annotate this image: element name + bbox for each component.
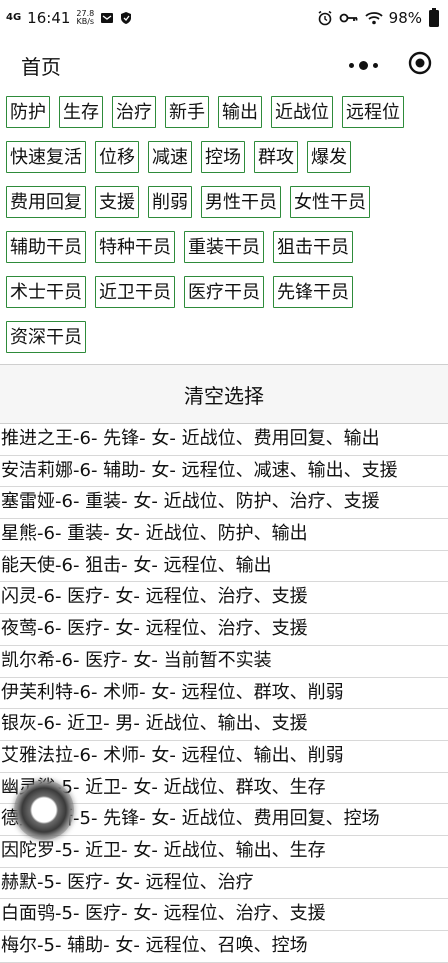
tag-male[interactable]: 男性干员 [201,186,281,218]
more-dot [349,62,354,68]
list-item[interactable]: 推进之王-6- 先锋- 女- 近战位、费用回复、输出 [0,424,448,456]
tag-vanguard[interactable]: 先锋干员 [273,276,353,308]
shield-icon [120,11,132,25]
list-item[interactable]: 艾雅法拉-6- 术师- 女- 远程位、输出、削弱 [0,741,448,773]
tag-nuker[interactable]: 爆发 [307,141,351,173]
result-list: 推进之王-6- 先锋- 女- 近战位、费用回复、输出 安洁莉娜-6- 辅助- 女… [0,424,448,963]
tag-dp-recovery[interactable]: 费用回复 [6,186,86,218]
list-item[interactable]: 白面鸮-5- 医疗- 女- 远程位、治疗、支援 [0,899,448,931]
tag-ranged[interactable]: 远程位 [342,96,404,128]
wifi-icon [365,11,383,25]
list-item[interactable]: 赫默-5- 医疗- 女- 远程位、治疗 [0,868,448,900]
tag-guard[interactable]: 近卫干员 [95,276,175,308]
tag-healing[interactable]: 治疗 [112,96,156,128]
network-speed: 27.8 KB/s [76,10,94,26]
list-item[interactable]: 闪灵-6- 医疗- 女- 远程位、治疗、支援 [0,582,448,615]
tag-melee[interactable]: 近战位 [271,96,333,128]
status-time: 16:41 [27,9,71,27]
more-dots-icon[interactable] [349,60,378,70]
capsule-buttons [349,51,432,79]
tag-shift[interactable]: 位移 [95,141,139,173]
tag-slow[interactable]: 减速 [148,141,192,173]
target-circle-icon[interactable] [408,51,432,79]
tag-medic[interactable]: 医疗干员 [184,276,264,308]
list-item[interactable]: 银灰-6- 近卫- 男- 近战位、输出、支援 [0,709,448,741]
list-item[interactable]: 塞雷娅-6- 重装- 女- 近战位、防护、治疗、支援 [0,487,448,520]
tag-survival[interactable]: 生存 [59,96,103,128]
nav-bar: 首页 [0,36,448,94]
alarm-icon [317,10,333,26]
battery-percent: 98% [388,9,422,27]
tag-specialist[interactable]: 特种干员 [95,231,175,263]
page-title: 首页 [21,54,61,79]
list-item[interactable]: 伊芙利特-6- 术师- 女- 远程位、群攻、削弱 [0,678,448,710]
tag-crowd-control[interactable]: 控场 [201,141,245,173]
list-item[interactable]: 梅尔-5- 辅助- 女- 远程位、召唤、控场 [0,931,448,963]
clear-selection-button[interactable]: 清空选择 [0,364,448,424]
floating-assistive-ball[interactable] [14,780,74,840]
tag-fast-redeploy[interactable]: 快速复活 [6,141,86,173]
more-dot [373,62,378,68]
tag-senior[interactable]: 资深干员 [6,321,86,353]
tag-newbie[interactable]: 新手 [165,96,209,128]
tag-sniper[interactable]: 狙击干员 [273,231,353,263]
tag-defender[interactable]: 重装干员 [184,231,264,263]
tag-caster[interactable]: 术士干员 [6,276,86,308]
status-left: 4G 16:41 27.8 KB/s [6,9,132,27]
tag-aoe[interactable]: 群攻 [254,141,298,173]
more-dot [359,60,368,70]
list-item[interactable]: 能天使-6- 狙击- 女- 远程位、输出 [0,551,448,583]
tag-support[interactable]: 支援 [95,186,139,218]
key-icon [339,12,359,24]
tag-supporter[interactable]: 辅助干员 [6,231,86,263]
list-item[interactable]: 因陀罗-5- 近卫- 女- 近战位、输出、生存 [0,836,448,868]
list-item[interactable]: 安洁莉娜-6- 辅助- 女- 远程位、减速、输出、支援 [0,456,448,488]
network-speed-unit: KB/s [76,17,95,26]
list-item[interactable]: 凯尔希-6- 医疗- 女- 当前暂不实装 [0,646,448,678]
tag-filter-list: 防护 生存 治疗 新手 输出 近战位 远程位 快速复活 位移 减速 控场 群攻 … [0,94,448,353]
message-icon [100,12,114,24]
list-item[interactable]: 夜莺-6- 医疗- 女- 远程位、治疗、支援 [0,614,448,646]
list-item[interactable]: 星熊-6- 重装- 女- 近战位、防护、输出 [0,519,448,551]
tag-dps[interactable]: 输出 [218,96,262,128]
signal-label: 4G [6,12,22,23]
tag-female[interactable]: 女性干员 [290,186,370,218]
tag-defense[interactable]: 防护 [6,96,50,128]
status-bar: 4G 16:41 27.8 KB/s 98% [0,0,448,36]
status-right: 98% [317,8,440,28]
battery-icon [428,8,440,28]
tag-debuff[interactable]: 削弱 [148,186,192,218]
